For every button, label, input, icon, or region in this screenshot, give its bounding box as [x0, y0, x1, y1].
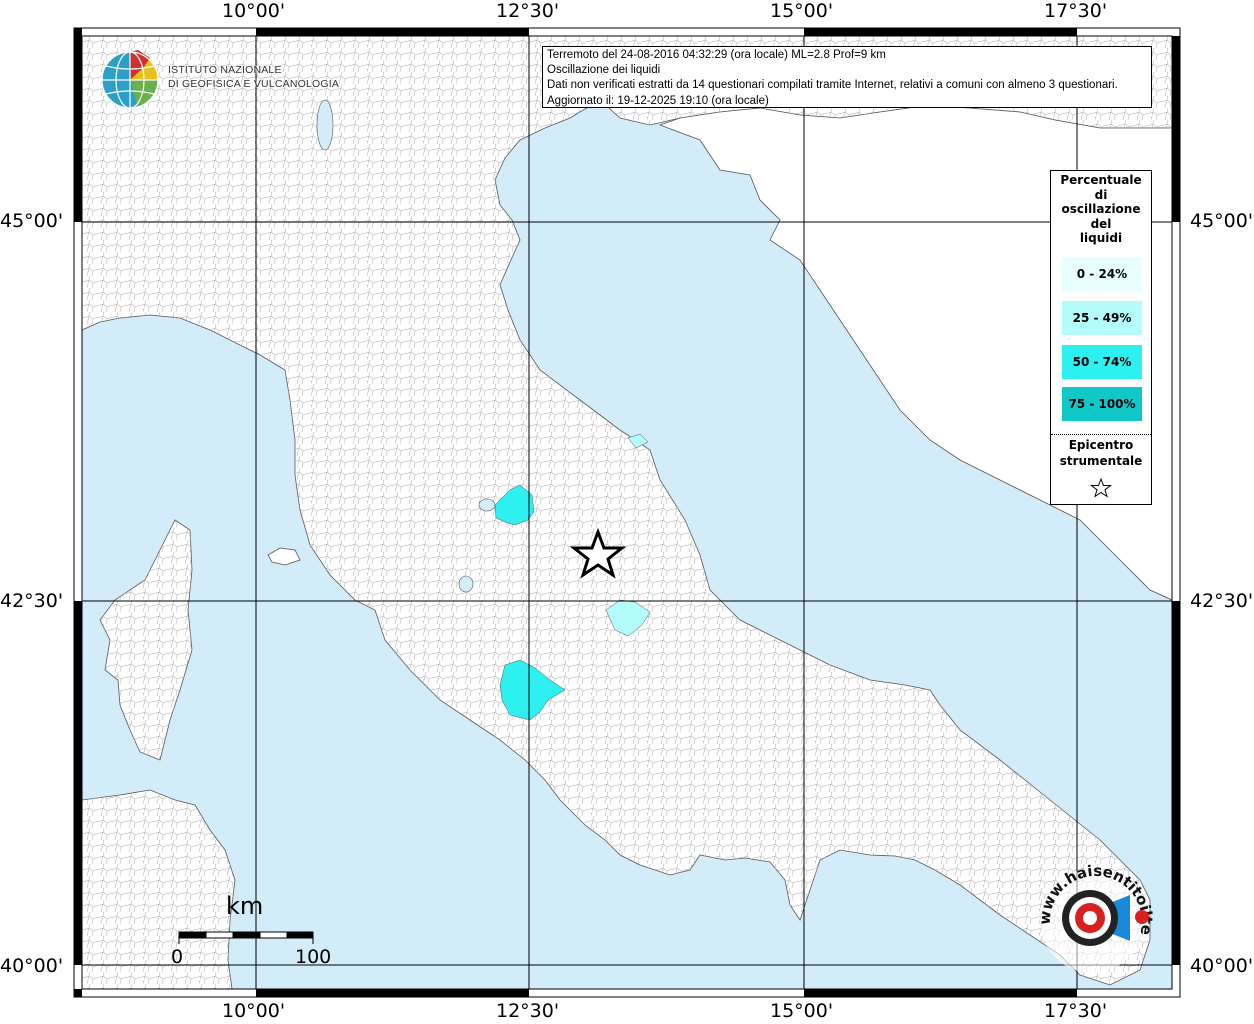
lon-label-bottom-15: 15°00': [770, 1000, 834, 1022]
lake-garda: [316, 99, 334, 151]
lat-label-right-40: 40°00': [1190, 955, 1254, 977]
legend: Percentuale di oscillazione del liquidi …: [1050, 170, 1152, 505]
lat-label-left-42-30: 42°30': [0, 590, 64, 612]
map-subject: Oscillazione dei liquidi: [547, 64, 661, 77]
lat-label-left-45: 45°00': [0, 210, 64, 232]
scale-unit: km: [226, 892, 264, 920]
lon-label-top-10: 10°00': [222, 0, 286, 22]
epicenter-legend-label: Epicentro strumentale: [1051, 437, 1151, 469]
ingv-globe-icon: [101, 50, 159, 109]
data-note: Dati non verificati estratti da 14 quest…: [547, 79, 1118, 92]
lat-label-right-45: 45°00': [1190, 210, 1254, 232]
legend-class-75-100: 75 - 100%: [1062, 387, 1142, 421]
legend-title-line: liquidi: [1079, 231, 1123, 245]
legend-title: Percentuale di oscillazione del liquidi: [1051, 171, 1151, 246]
scale-end-label: 100: [295, 946, 332, 968]
haisentitoilterremoto-logo: www.haisentitoilterremoto.it: [1030, 855, 1156, 973]
ingv-logo-text: ISTITUTO NAZIONALE DI GEOFISICA E VULCAN…: [168, 63, 339, 91]
star-icon: [1090, 477, 1112, 498]
legend-class-50-74: 50 - 74%: [1062, 345, 1142, 379]
lake-trasimeno: [478, 498, 496, 512]
lon-label-bottom-10: 10°00': [222, 1000, 286, 1022]
legend-class-25-49: 25 - 49%: [1062, 301, 1142, 335]
lon-label-top-12-30: 12°30': [496, 0, 560, 22]
lon-label-top-15: 15°00': [770, 0, 834, 22]
event-info-box: Terremoto del 24-08-2016 04:32:29 (ora l…: [542, 46, 1152, 108]
lake-bolsena: [458, 575, 474, 593]
lon-label-top-17-30: 17°30': [1044, 0, 1108, 22]
lon-label-bottom-17-30: 17°30': [1044, 1000, 1108, 1022]
update-time: Aggiornato il: 19-12-2025 19:10 (ora loc…: [547, 94, 769, 107]
legend-divider: [1051, 434, 1151, 435]
epicenter-label-line: Epicentro: [1068, 438, 1134, 452]
legend-class-0-24: 0 - 24%: [1062, 257, 1142, 291]
lat-label-right-42-30: 42°30': [1190, 590, 1254, 612]
event-title: Terremoto del 24-08-2016 04:32:29 (ora l…: [547, 49, 886, 61]
epicenter-label-line: strumentale: [1059, 454, 1143, 468]
scale-start-label: 0: [171, 946, 184, 968]
legend-title-line: di: [1094, 187, 1108, 202]
ingv-logo-line: ISTITUTO NAZIONALE: [168, 64, 282, 76]
lon-label-bottom-12-30: 12°30': [496, 1000, 560, 1022]
legend-title-line: del: [1090, 216, 1112, 231]
legend-title-line: oscillazione: [1061, 202, 1141, 216]
ingv-logo-line: DI GEOFISICA E VULCANOLOGIA: [168, 78, 340, 90]
legend-title-line: Percentuale: [1060, 173, 1142, 187]
lat-label-left-40: 40°00': [0, 955, 64, 977]
